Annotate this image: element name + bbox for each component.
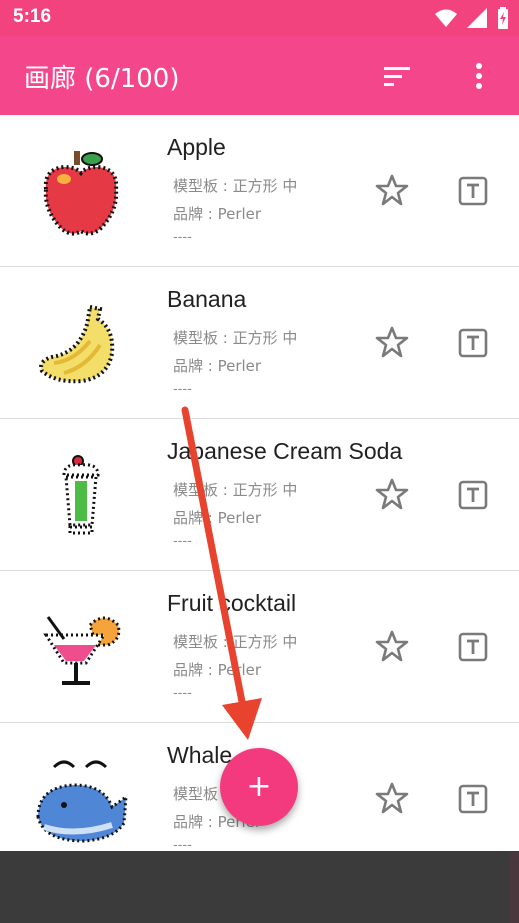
favorite-star-icon[interactable] [375, 629, 409, 663]
apple-pattern-thumbnail [43, 151, 119, 236]
pattern-name: Banana [167, 286, 247, 312]
more-vert-icon[interactable] [468, 62, 490, 90]
sort-icon[interactable] [384, 64, 412, 88]
pattern-template: 模型板 : 正方形 中 [173, 329, 298, 347]
list-item[interactable]: Apple 模型板 : 正方形 中 品牌 : Perler ---- [0, 115, 519, 267]
pattern-name: Apple [167, 134, 226, 160]
pattern-note: ---- [173, 534, 192, 549]
banana-pattern-thumbnail [39, 304, 115, 384]
favorite-star-icon[interactable] [375, 781, 409, 815]
favorite-star-icon[interactable] [375, 173, 409, 207]
system-navigation-bar [0, 851, 519, 923]
status-icons [435, 7, 509, 29]
app-bar: 画廊 (6/100) [0, 36, 519, 115]
text-box-icon[interactable] [457, 479, 489, 511]
pattern-note: ---- [173, 382, 192, 397]
pattern-brand: 品牌 : Perler [173, 205, 262, 223]
pattern-template: 模型板 : 正方形 中 [173, 177, 298, 195]
page-title: 画廊 (6/100) [24, 64, 180, 94]
battery-charging-icon [498, 7, 508, 29]
text-box-icon[interactable] [457, 631, 489, 663]
fruit-cocktail-pattern-thumbnail [43, 616, 121, 685]
whale-pattern-thumbnail [36, 760, 128, 843]
add-pattern-button[interactable]: + [220, 748, 298, 826]
signal-icon [467, 8, 487, 28]
pattern-name: Japanese Cream Soda [167, 438, 403, 464]
pattern-name: Fruit cocktail [167, 590, 297, 616]
text-box-icon[interactable] [457, 175, 489, 207]
text-box-icon[interactable] [457, 327, 489, 359]
favorite-star-icon[interactable] [375, 477, 409, 511]
status-time: 5:16 [13, 6, 52, 27]
navbar-edge [509, 851, 519, 923]
favorite-star-icon[interactable] [375, 325, 409, 359]
cream-soda-pattern-thumbnail [62, 455, 100, 535]
wifi-icon [435, 9, 457, 27]
list-item[interactable]: Fruit cocktail 模型板 : 正方形 中 品牌 : Perler -… [0, 571, 519, 723]
pattern-brand: 品牌 : Perler [173, 357, 262, 375]
pattern-note: ---- [173, 230, 192, 245]
pattern-name: Whale [167, 742, 233, 768]
pattern-note: ---- [173, 686, 192, 701]
list-item[interactable]: Japanese Cream Soda 模型板 : 正方形 中 品牌 : Per… [0, 419, 519, 571]
pattern-brand: 品牌 : Perler [173, 661, 262, 679]
text-box-icon[interactable] [457, 783, 489, 815]
pattern-template: 模型板 : 正方形 中 [173, 633, 298, 651]
pattern-brand: 品牌 : Perler [173, 509, 262, 527]
pattern-template: 模型板 : 正方形 中 [173, 481, 298, 499]
list-item[interactable]: Banana 模型板 : 正方形 中 品牌 : Perler ---- [0, 267, 519, 419]
status-bar: 5:16 [0, 0, 519, 36]
